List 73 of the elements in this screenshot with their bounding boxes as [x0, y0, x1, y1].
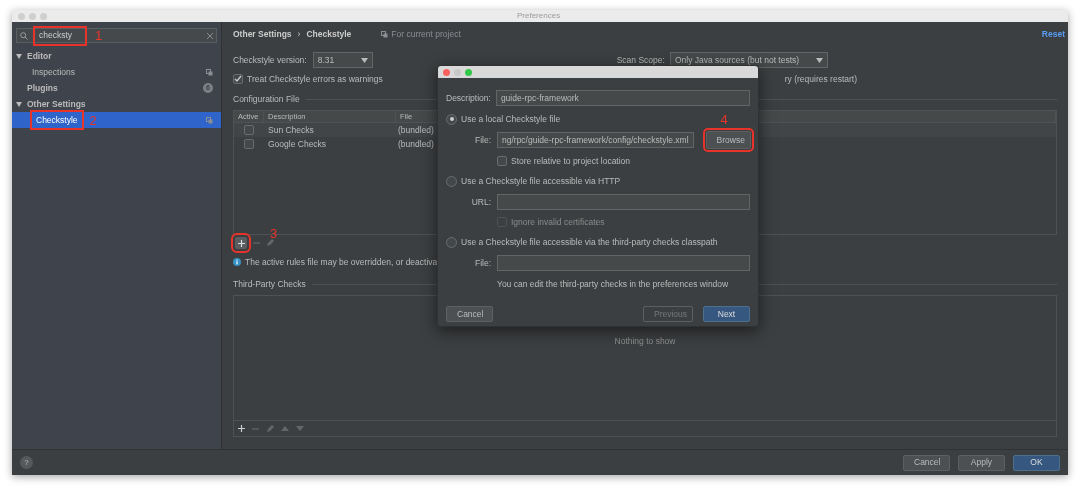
description-field[interactable]: guide-rpc-framework [495, 90, 750, 106]
option-label: ry (requires restart) [784, 72, 857, 86]
pencil-icon[interactable] [266, 424, 274, 433]
expanded-triangle-icon[interactable] [16, 53, 22, 59]
field-label: File: [473, 256, 491, 270]
info-icon [233, 258, 241, 266]
breadcrumb-item: Other Settings [233, 27, 292, 41]
scan-scope-dropdown[interactable]: Only Java sources (but not tests) [669, 52, 828, 68]
radio-label: Use a Checkstyle file accessible via the third-party checks classpath [461, 235, 718, 249]
file-path-field[interactable] [497, 255, 750, 271]
checkbox[interactable] [233, 74, 243, 84]
table-cell-text: Sun Checks [267, 123, 315, 137]
checkbox[interactable] [244, 125, 254, 135]
project-icon [206, 116, 213, 124]
checkbox-label: Ignore invalid certificates [511, 215, 605, 229]
move-down-icon[interactable] [296, 426, 304, 431]
field-label: Checkstyle version: [233, 53, 307, 67]
help-button[interactable]: ? [20, 456, 33, 469]
breadcrumb-separator: › [297, 27, 301, 41]
caret-icon [815, 57, 823, 63]
version-dropdown[interactable]: 8.31 [312, 52, 373, 68]
add-icon[interactable] [238, 425, 245, 432]
annotation-number: 3 [270, 225, 278, 241]
move-up-icon[interactable] [281, 426, 289, 431]
sidebar-item[interactable]: Editor [12, 48, 221, 64]
reset-link[interactable]: Reset [1041, 27, 1065, 41]
sidebar-item[interactable]: Inspections [12, 64, 221, 80]
dialog-button[interactable]: OK [1013, 454, 1060, 471]
pencil-icon[interactable] [266, 239, 274, 247]
clear-icon[interactable] [207, 32, 213, 39]
file-path-field[interactable]: ng/rpc/guide-rpc-framework/config/checkstyle.xml [497, 132, 694, 148]
url-field[interactable] [497, 194, 750, 210]
table-cell-text: (bundled) [397, 123, 435, 137]
checkbox[interactable] [244, 139, 254, 149]
field-label: URL: [470, 195, 491, 209]
table-cell-text: Google Checks [267, 137, 328, 151]
next-button[interactable]: Next [703, 306, 750, 322]
project-icon [206, 68, 213, 76]
annotation-number: 2 [89, 113, 97, 127]
field-label: Description: [446, 91, 491, 105]
caret-icon [360, 57, 368, 63]
close-icon[interactable] [443, 68, 450, 76]
section-title: Configuration File [233, 92, 300, 106]
browse-button[interactable]: Browse [705, 131, 751, 149]
search-text: checksty [33, 25, 87, 46]
dialog-button[interactable]: Apply [958, 454, 1005, 471]
cancel-button[interactable]: Cancel [446, 306, 493, 322]
annotation-number: 1 [95, 29, 103, 42]
field-label: File: [473, 133, 491, 147]
field-label: Scan Scope: [616, 53, 665, 67]
radio-button[interactable] [446, 236, 457, 248]
checkbox-label: Store relative to project location [511, 154, 631, 168]
sidebar-item[interactable]: Other Settings [12, 96, 221, 112]
project-icon [381, 30, 389, 38]
hint-text: You can edit the third-party checks in the preferences window [497, 277, 729, 291]
sidebar-item[interactable]: Checkstyle 2 [12, 112, 221, 128]
info-text: The active rules file may be overridden, or deactiva [245, 255, 438, 269]
radio-label: Use a Checkstyle file accessible via HTTP [461, 174, 621, 188]
empty-message: Nothing to show [614, 335, 676, 348]
dialog-button[interactable]: Cancel [903, 454, 950, 471]
window-title: Preferences [517, 11, 561, 21]
section-title: Third-Party Checks [233, 277, 306, 291]
radio-button[interactable] [446, 113, 457, 125]
checkbox-label: Treat Checkstyle errors as warnings [247, 72, 383, 86]
table-cell-text: (bundled) [397, 137, 435, 151]
search-icon [20, 31, 28, 40]
expanded-triangle-icon[interactable] [16, 101, 22, 107]
search-field[interactable]: checksty 1 [16, 28, 217, 43]
breadcrumb-item: Checkstyle [306, 27, 352, 41]
scope-note: For current project [391, 27, 461, 41]
checkbox[interactable] [497, 156, 507, 166]
radio-button[interactable] [446, 175, 457, 187]
zoom-icon[interactable] [465, 68, 472, 76]
